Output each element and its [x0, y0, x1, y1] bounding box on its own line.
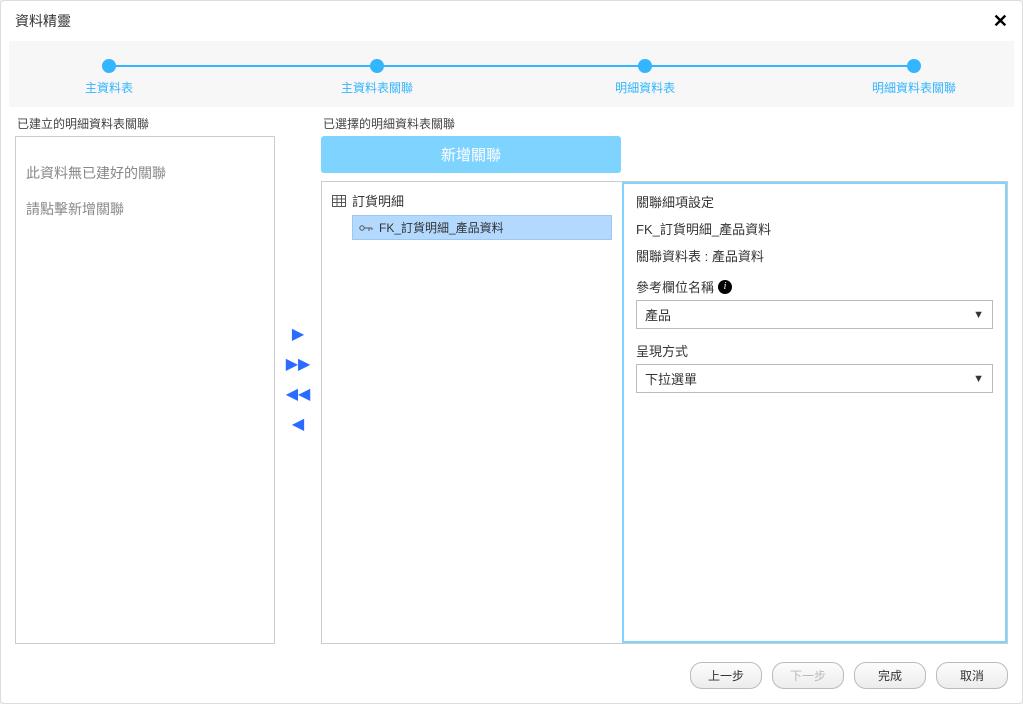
move-left-icon[interactable]: ◀ — [292, 417, 304, 433]
dialog-header: 資料精靈 ✕ — [1, 1, 1022, 41]
step-label-4[interactable]: 明細資料表關聯 — [872, 79, 956, 96]
display-mode-label: 呈現方式 — [636, 341, 993, 360]
display-mode-select[interactable]: 下拉選單 ▼ — [636, 364, 993, 393]
existing-relations-list: 此資料無已建好的關聯 請點擊新增關聯 — [15, 136, 275, 644]
relation-detail-panel: 關聯細項設定 FK_訂貨明細_產品資料 關聯資料表 : 產品資料 參考欄位名稱 … — [622, 182, 1007, 643]
existing-relations-heading: 已建立的明細資料表關聯 — [17, 115, 275, 132]
ref-field-label: 參考欄位名稱 i — [636, 277, 993, 296]
relation-tree: 訂貨明細 FK_訂貨明細_產品資料 — [322, 182, 622, 643]
detail-fk-name: FK_訂貨明細_產品資料 — [636, 219, 993, 238]
dialog-title: 資料精靈 — [15, 11, 71, 31]
empty-state-line-1: 此資料無已建好的關聯 — [26, 163, 264, 183]
table-icon — [332, 194, 346, 208]
tree-root-item[interactable]: 訂貨明細 — [322, 188, 622, 213]
tree-child-item[interactable]: FK_訂貨明細_產品資料 — [352, 215, 612, 240]
step-dot-2[interactable] — [370, 59, 384, 73]
transfer-arrows: ▶ ▶▶ ◀◀ ◀ — [275, 115, 321, 644]
step-label-1[interactable]: 主資料表 — [85, 79, 133, 96]
dialog-body: 已建立的明細資料表關聯 此資料無已建好的關聯 請點擊新增關聯 ▶ ▶▶ ◀◀ ◀… — [1, 107, 1022, 652]
detail-related-table: 關聯資料表 : 產品資料 — [636, 246, 993, 265]
selected-relations-heading: 已選擇的明細資料表關聯 — [323, 115, 1008, 132]
key-icon — [359, 223, 373, 233]
tree-root-label: 訂貨明細 — [352, 191, 404, 210]
chevron-down-icon: ▼ — [973, 373, 984, 385]
step-label-3[interactable]: 明細資料表 — [615, 79, 675, 96]
add-relation-button[interactable]: 新增關聯 — [321, 136, 621, 173]
step-label-2[interactable]: 主資料表關聯 — [341, 79, 413, 96]
step-dot-1[interactable] — [102, 59, 116, 73]
detail-title: 關聯細項設定 — [636, 192, 993, 211]
display-mode-value: 下拉選單 — [645, 369, 697, 388]
info-icon[interactable]: i — [718, 280, 732, 294]
move-all-left-icon[interactable]: ◀◀ — [286, 387, 311, 403]
step-dot-3[interactable] — [638, 59, 652, 73]
cancel-button[interactable]: 取消 — [936, 662, 1008, 689]
next-button: 下一步 — [772, 662, 844, 689]
finish-button[interactable]: 完成 — [854, 662, 926, 689]
chevron-down-icon: ▼ — [973, 309, 984, 321]
selected-relations-panels: 訂貨明細 FK_訂貨明細_產品資料 關聯細項設定 FK_訂貨明細_產品資料 關聯… — [321, 181, 1008, 644]
stepper: 主資料表 主資料表關聯 明細資料表 明細資料表關聯 — [9, 41, 1014, 107]
close-icon[interactable]: ✕ — [993, 12, 1008, 30]
step-dot-4[interactable] — [907, 59, 921, 73]
ref-field-select[interactable]: 產品 ▼ — [636, 300, 993, 329]
existing-relations-column: 已建立的明細資料表關聯 此資料無已建好的關聯 請點擊新增關聯 — [15, 115, 275, 644]
move-all-right-icon[interactable]: ▶▶ — [286, 357, 311, 373]
prev-button[interactable]: 上一步 — [690, 662, 762, 689]
tree-child-label: FK_訂貨明細_產品資料 — [379, 219, 504, 236]
selected-relations-column: 已選擇的明細資料表關聯 新增關聯 訂貨明細 FK_訂貨明細_產品資料 — [321, 115, 1008, 644]
ref-field-value: 產品 — [645, 305, 671, 324]
data-wizard-dialog: 資料精靈 ✕ 主資料表 主資料表關聯 明細資料表 明細資料表關聯 已建立的明細資… — [0, 0, 1023, 704]
dialog-footer: 上一步 下一步 完成 取消 — [1, 652, 1022, 703]
move-right-icon[interactable]: ▶ — [292, 327, 304, 343]
step-line — [109, 65, 914, 67]
empty-state-line-2: 請點擊新增關聯 — [26, 199, 264, 219]
